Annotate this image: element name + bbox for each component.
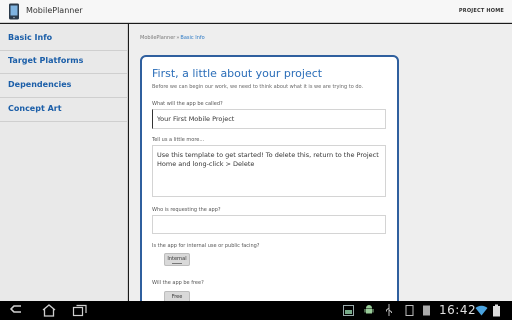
form-subtitle: Before we can begin our work, we need to… bbox=[152, 84, 364, 90]
basic-info-form-card: First, a little about your project Befor… bbox=[140, 55, 399, 301]
system-navigation-bar: 16:42 bbox=[0, 301, 512, 320]
usb-icon[interactable] bbox=[385, 304, 393, 316]
sidebar-item-label: Basic Info bbox=[8, 33, 53, 42]
breadcrumb: MobilePlanner»Basic Info bbox=[140, 35, 205, 41]
form-title: First, a little about your project bbox=[152, 67, 323, 80]
toggle-indicator bbox=[172, 263, 182, 264]
breadcrumb-current: Basic Info bbox=[180, 35, 205, 41]
free-toggle-button[interactable]: Free bbox=[164, 291, 190, 301]
facing-label: Is the app for internal use or public fa… bbox=[152, 243, 260, 249]
project-home-button[interactable]: PROJECT HOME bbox=[459, 8, 504, 14]
pricing-label: Will the app be free? bbox=[152, 280, 204, 286]
android-notification-icon[interactable] bbox=[364, 304, 374, 316]
battery-icon bbox=[493, 304, 500, 317]
sidebar-item-target-platforms[interactable]: Target Platforms bbox=[0, 50, 128, 74]
sidebar-item-dependencies[interactable]: Dependencies bbox=[0, 74, 128, 98]
requester-field[interactable] bbox=[152, 215, 386, 234]
internal-toggle-button[interactable]: Internal bbox=[164, 253, 190, 266]
action-bar: MobilePlanner PROJECT HOME bbox=[0, 0, 512, 23]
storage-notification-icon[interactable] bbox=[422, 305, 431, 316]
sidebar: Basic Info Target Platforms Dependencies… bbox=[0, 24, 128, 301]
sidebar-item-label: Concept Art bbox=[8, 104, 62, 113]
breadcrumb-separator: » bbox=[176, 35, 180, 41]
app-name-field[interactable]: Your First Mobile Project bbox=[152, 109, 386, 129]
description-field[interactable]: Use this template to get started! To del… bbox=[152, 145, 386, 197]
main-content: MobilePlanner»Basic Info First, a little… bbox=[129, 24, 512, 301]
app-title: MobilePlanner bbox=[26, 6, 83, 15]
status-clock[interactable]: 16:42 bbox=[439, 303, 476, 317]
description-label: Tell us a little more... bbox=[152, 137, 205, 143]
sidebar-item-basic-info[interactable]: Basic Info bbox=[0, 27, 128, 51]
sidebar-item-concept-art[interactable]: Concept Art bbox=[0, 98, 128, 122]
gallery-notification-icon[interactable] bbox=[343, 305, 354, 316]
phone-app-icon[interactable] bbox=[8, 3, 20, 20]
back-icon[interactable] bbox=[9, 304, 25, 316]
internal-toggle-label: Internal bbox=[167, 256, 187, 262]
wifi-icon bbox=[475, 305, 488, 316]
recent-apps-icon[interactable] bbox=[72, 304, 88, 317]
requester-label: Who is requesting the app? bbox=[152, 207, 221, 213]
breadcrumb-root[interactable]: MobilePlanner bbox=[140, 35, 175, 41]
sidebar-item-label: Dependencies bbox=[8, 80, 72, 89]
free-toggle-label: Free bbox=[171, 294, 183, 300]
sidebar-item-label: Target Platforms bbox=[8, 56, 84, 65]
app-name-label: What will the app be called? bbox=[152, 101, 223, 107]
device-notification-icon[interactable] bbox=[405, 305, 414, 316]
home-icon[interactable] bbox=[41, 304, 57, 317]
